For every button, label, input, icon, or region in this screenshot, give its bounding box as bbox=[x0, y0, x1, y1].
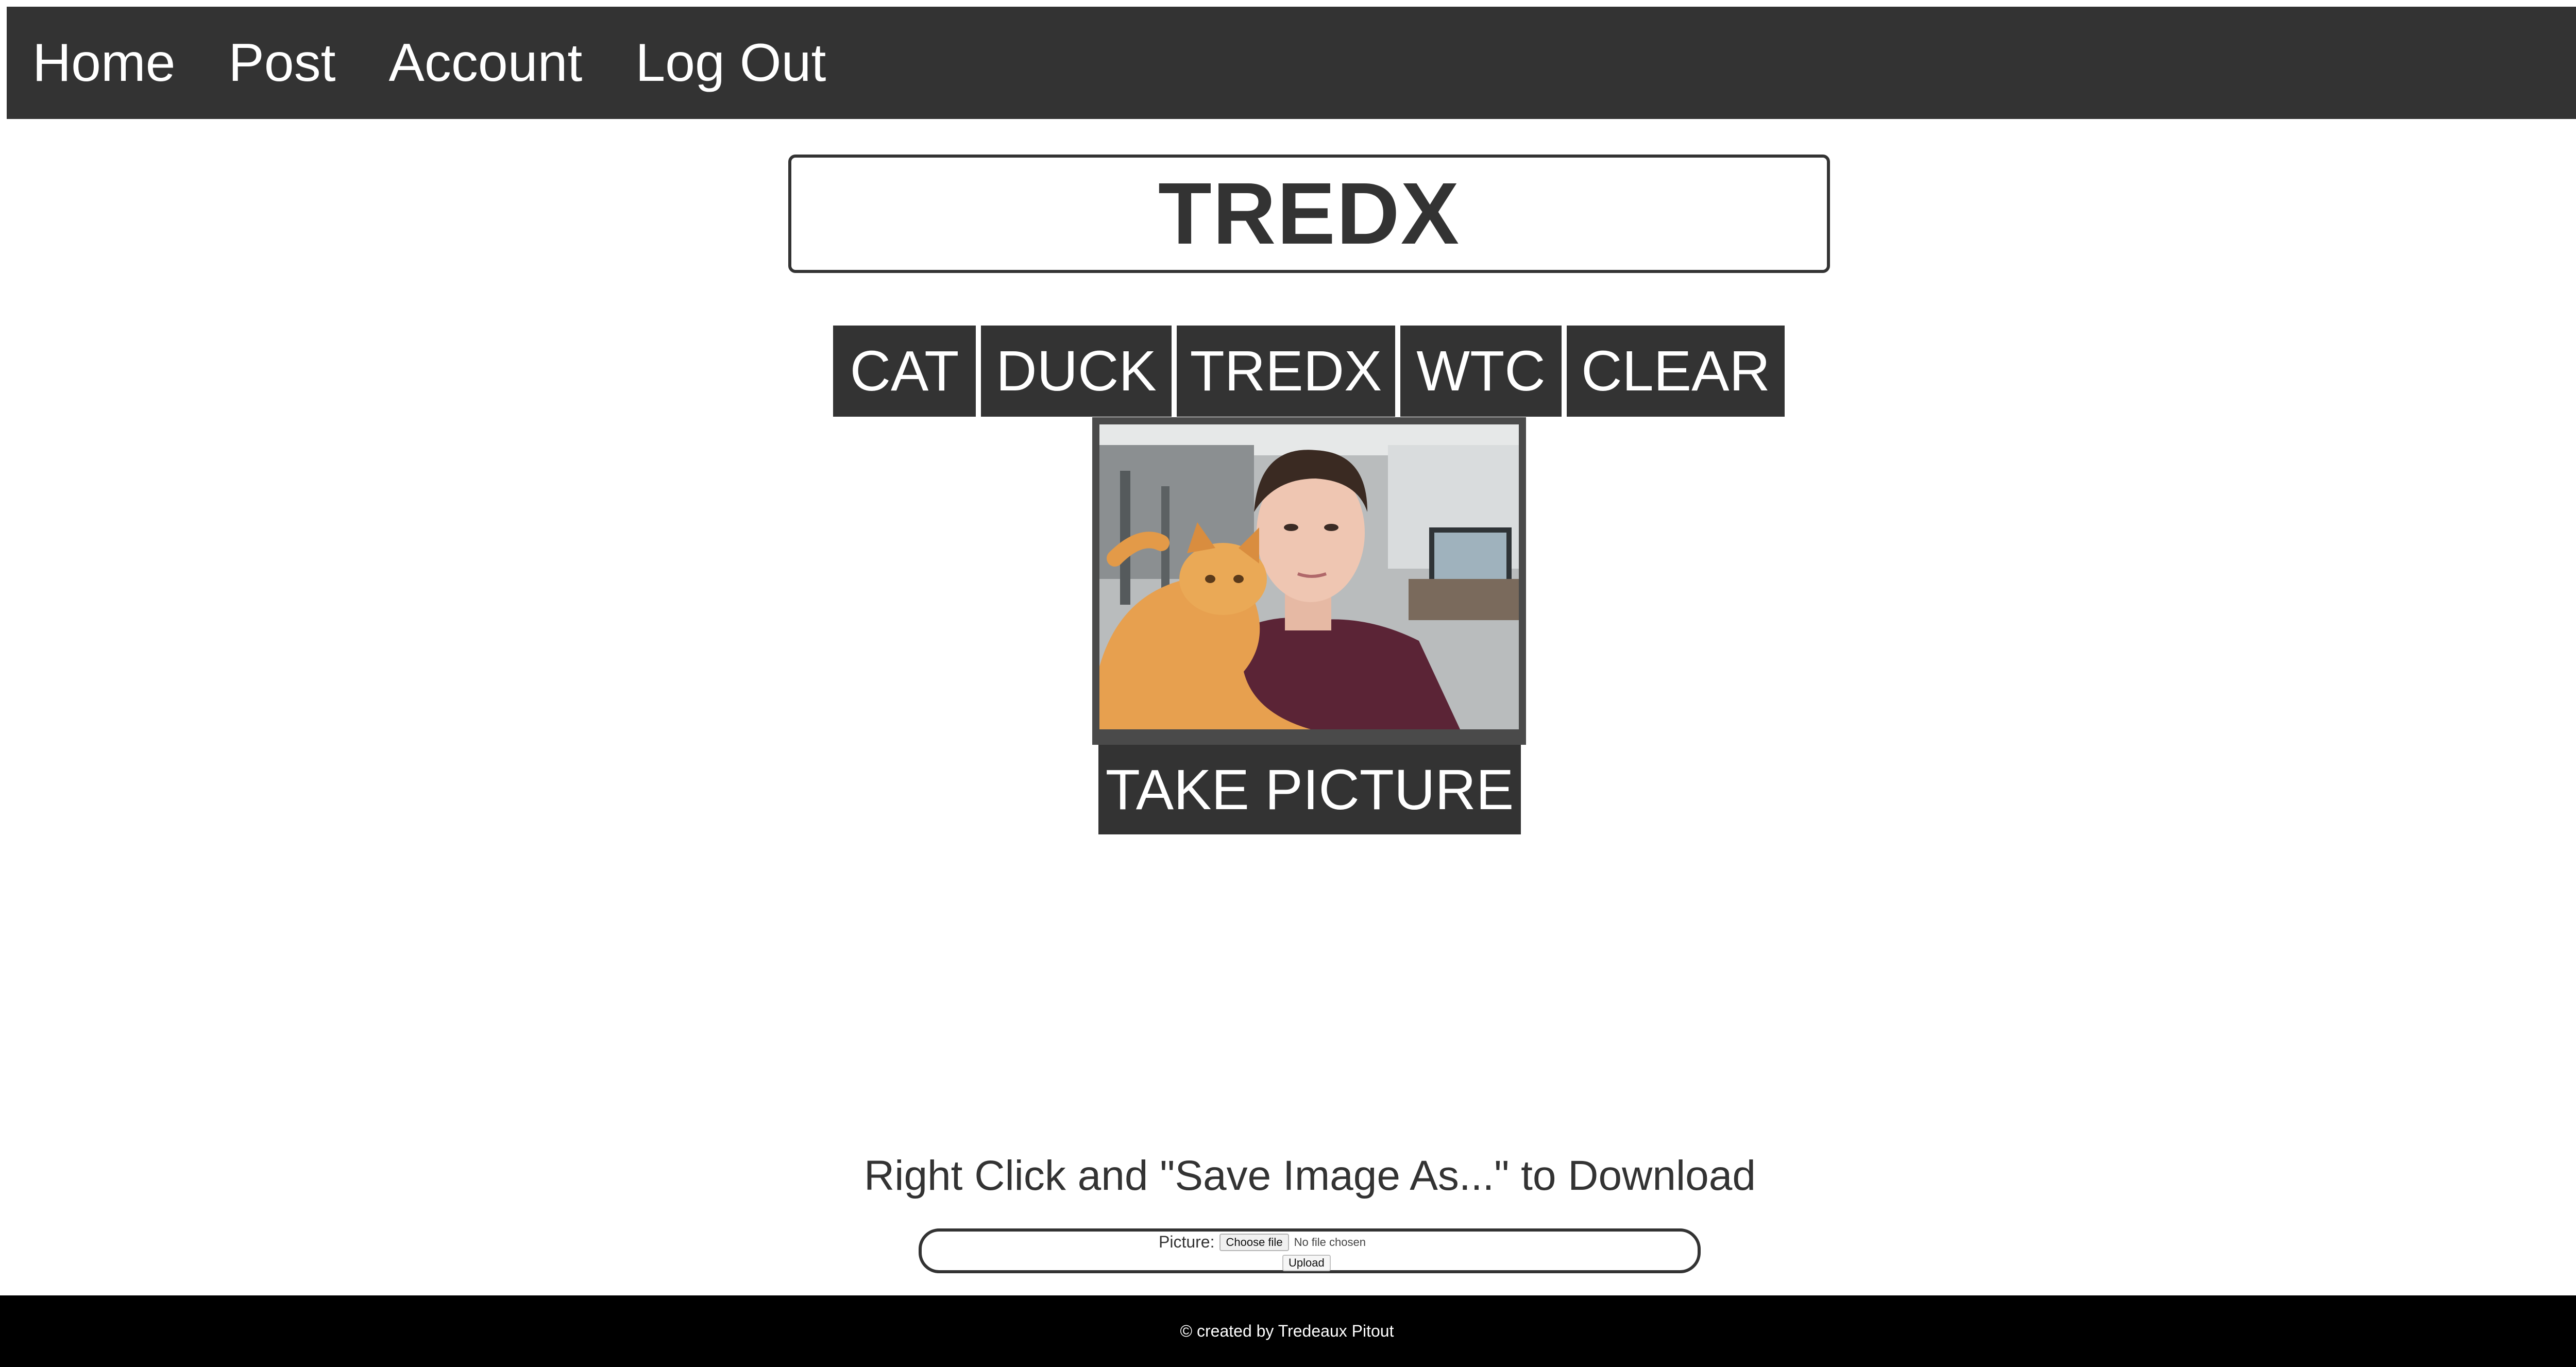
footer-credit: © created by Tredeaux Pitout bbox=[1180, 1322, 1394, 1340]
picture-label: Picture: bbox=[1159, 1233, 1215, 1251]
upload-form: Picture: Choose file No file chosen Uplo… bbox=[919, 1228, 1701, 1273]
page-title-box: TREDX bbox=[788, 155, 1830, 273]
take-picture-button[interactable]: TAKE PICTURE bbox=[1098, 745, 1521, 834]
nav-post-link[interactable]: Post bbox=[228, 36, 335, 90]
top-navbar: Home Post Account Log Out bbox=[7, 7, 2576, 119]
page-footer: © created by Tredeaux Pitout bbox=[0, 1295, 2576, 1367]
choose-file-button[interactable]: Choose file bbox=[1219, 1233, 1289, 1251]
duck-sticker-button[interactable]: DUCK bbox=[981, 326, 1172, 417]
download-hint: Right Click and "Save Image As..." to Do… bbox=[864, 1152, 1756, 1199]
nav-home-link[interactable]: Home bbox=[32, 36, 175, 90]
file-status-text: No file chosen bbox=[1294, 1235, 1366, 1249]
clear-sticker-button[interactable]: CLEAR bbox=[1567, 326, 1785, 417]
webcam-image bbox=[1099, 424, 1519, 729]
sticker-toolbar: CAT DUCK TREDX WTC CLEAR bbox=[833, 326, 1785, 417]
upload-button[interactable]: Upload bbox=[1282, 1255, 1331, 1271]
webcam-frame bbox=[1092, 417, 1526, 745]
page-title: TREDX bbox=[1158, 165, 1461, 263]
webcam-preview bbox=[1099, 424, 1519, 729]
tredx-sticker-button[interactable]: TREDX bbox=[1177, 326, 1395, 417]
upload-file-row: Picture: Choose file No file chosen bbox=[1159, 1233, 1366, 1252]
wtc-sticker-button[interactable]: WTC bbox=[1400, 326, 1562, 417]
nav-logout-link[interactable]: Log Out bbox=[635, 36, 826, 90]
cat-sticker-button[interactable]: CAT bbox=[833, 326, 976, 417]
nav-account-link[interactable]: Account bbox=[389, 36, 583, 90]
